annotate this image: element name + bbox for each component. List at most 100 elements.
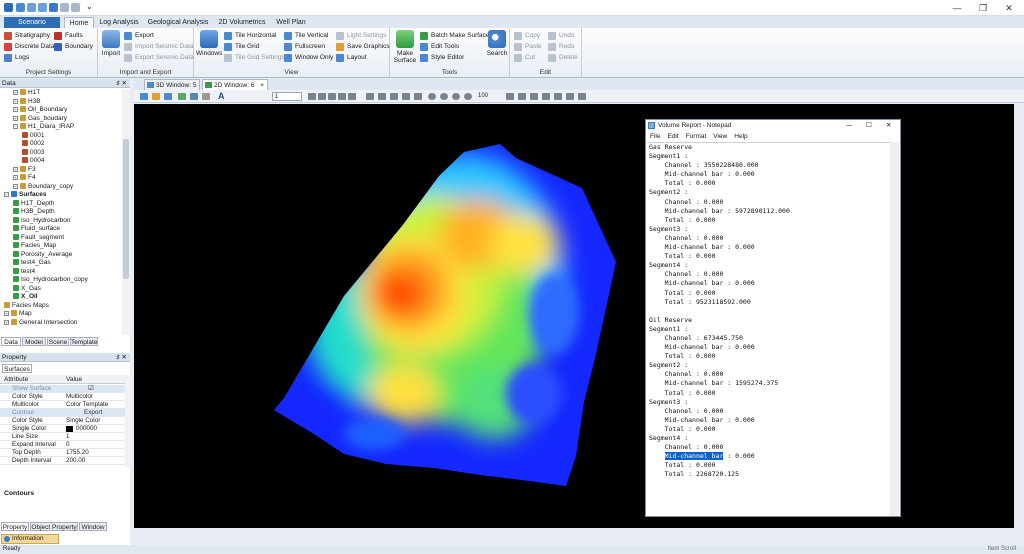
tree-item[interactable]: Facies Maps [4, 301, 49, 310]
tree-item[interactable]: + General Intersection [4, 318, 78, 327]
import-seismic-button[interactable]: Import Seismic Data [124, 42, 194, 52]
tile-horizontal-button[interactable]: Tile Horizontal [224, 31, 276, 41]
play-back-icon[interactable] [428, 93, 436, 100]
property-value[interactable]: Multicolor [66, 393, 93, 401]
tree-item[interactable]: + Map [4, 310, 32, 318]
tree-item[interactable]: + H1T [13, 89, 40, 97]
stratigraphy-button[interactable]: Stratigraphy [4, 31, 50, 41]
open-icon[interactable] [60, 3, 69, 12]
notepad-text-area[interactable]: Gas Reserve Segment1 : Channel : 35502284… [647, 142, 890, 516]
expand-toggle-icon[interactable]: + [13, 98, 18, 104]
expand-toggle-icon[interactable]: − [13, 124, 18, 129]
windows-button[interactable]: Windows [196, 30, 222, 57]
tree-item[interactable]: + H3B [13, 97, 41, 106]
fullscreen-button[interactable]: Fullscreen [284, 42, 325, 52]
tab-surfaces[interactable]: Surfaces [2, 364, 32, 373]
close-button[interactable]: ✕ [998, 0, 1020, 16]
redo-button[interactable]: Redo [548, 42, 575, 52]
zoom-fit-icon[interactable] [328, 93, 336, 100]
edit-tools-button[interactable]: Edit Tools [420, 42, 459, 52]
measure-icon[interactable] [366, 93, 374, 100]
select-tool-icon[interactable] [140, 93, 148, 100]
zoom-in-icon[interactable] [308, 93, 316, 100]
property-row[interactable]: Depth Interval 200.00 [0, 457, 125, 465]
tree-item[interactable]: H1T_Depth [13, 199, 54, 208]
tree-item[interactable]: + Oil_Boundary [13, 106, 67, 114]
boundary-button[interactable]: Boundary [54, 42, 93, 52]
flip-icon[interactable] [566, 93, 574, 100]
tab-geological-analysis[interactable]: Geological Analysis [146, 17, 210, 28]
redo-icon[interactable] [38, 3, 47, 12]
tab-data[interactable]: Data [1, 337, 21, 346]
property-row[interactable]: Expand Interval 0 [0, 441, 125, 449]
discrete-data-button[interactable]: Discrete Data [4, 42, 54, 52]
tree-item[interactable]: 0004 [22, 157, 44, 165]
property-value[interactable]: 000000 [76, 425, 97, 433]
tree-item[interactable]: 0002 [22, 140, 44, 148]
maximize-button[interactable]: ❐ [972, 0, 994, 16]
property-value[interactable]: 1 [66, 433, 70, 441]
lasso-icon[interactable] [518, 93, 526, 100]
menu-edit[interactable]: Edit [667, 133, 678, 140]
menu-file[interactable]: File [650, 133, 660, 140]
property-value[interactable]: Single Color [66, 417, 100, 425]
ruler-icon[interactable] [378, 93, 386, 100]
expand-toggle-icon[interactable]: + [13, 183, 18, 189]
minimize-button[interactable]: — [946, 0, 968, 16]
marker-icon[interactable] [414, 93, 422, 100]
notepad-window[interactable]: Volume Report - Notepad — ☐ ✕ File Edit Fo… [645, 119, 901, 517]
erase-icon[interactable] [542, 93, 550, 100]
pattern-tool-icon[interactable] [202, 93, 210, 100]
style-editor-button[interactable]: Style Editor [420, 53, 464, 63]
tree-item[interactable]: test4 [13, 267, 35, 276]
tab-window[interactable]: Window [79, 522, 107, 531]
zoom-out-icon[interactable] [318, 93, 326, 100]
tree-item[interactable]: X_Gas [13, 284, 41, 293]
light-settings-button[interactable]: Light Settings [336, 31, 386, 41]
make-surface-button[interactable]: Make Surface [392, 30, 418, 64]
font-tool-icon[interactable]: A [218, 91, 225, 101]
tree-item[interactable]: 0001 [22, 131, 44, 140]
notepad-scrollbar[interactable] [890, 142, 899, 516]
polygon-icon[interactable] [530, 93, 538, 100]
property-row[interactable]: Contour Export [0, 409, 125, 417]
tree-item[interactable]: X_Oil [13, 293, 38, 301]
expand-toggle-icon[interactable]: − [4, 192, 9, 197]
tab-scene[interactable]: Scene [47, 337, 69, 346]
contour-icon[interactable] [402, 93, 410, 100]
property-value[interactable]: 1755.20 [66, 449, 89, 457]
import-button[interactable]: Import [98, 30, 124, 57]
tree-item[interactable]: H3B_Depth [13, 208, 55, 216]
notepad-maximize-button[interactable]: ☐ [866, 120, 872, 131]
expand-toggle-icon[interactable]: + [13, 107, 18, 112]
tile-vertical-button[interactable]: Tile Vertical [284, 31, 328, 41]
tab-property[interactable]: Property [1, 522, 29, 531]
tab-log-analysis[interactable]: Log Analysis [98, 17, 140, 28]
notepad-titlebar[interactable]: Volume Report - Notepad — ☐ ✕ [646, 120, 902, 131]
tree-item[interactable]: + Boundary_copy [13, 182, 73, 191]
tree-item[interactable]: + Gas_boudary [13, 114, 67, 123]
border-tool-icon[interactable] [190, 93, 198, 100]
grid-tool-icon[interactable] [164, 93, 172, 100]
fill-tool-icon[interactable] [152, 93, 160, 100]
mirror-icon[interactable] [554, 93, 562, 100]
tree-item[interactable]: test4_Gas [13, 259, 51, 267]
tab-scenario[interactable]: Scenario [4, 17, 60, 28]
rotate-icon[interactable] [348, 93, 356, 100]
save-icon[interactable] [49, 3, 58, 12]
tree-item[interactable]: Iso_Hydrocarbon_copy [13, 276, 88, 284]
property-value[interactable]: 0 [66, 441, 70, 449]
menu-format[interactable]: Format [686, 133, 707, 140]
selected-text[interactable]: Mid-channel bar [664, 452, 724, 461]
property-row[interactable]: Color Style Single Color [0, 417, 125, 425]
export-view-icon[interactable] [578, 93, 586, 100]
line-color-icon[interactable] [178, 93, 186, 100]
expand-toggle-icon[interactable]: + [13, 175, 18, 180]
tree-item[interactable]: Facies_Map [13, 242, 56, 250]
quick-access-menu-icon[interactable]: ⌄ [86, 2, 93, 11]
tree-item[interactable]: Fault_segment [13, 233, 64, 242]
print-icon[interactable] [71, 3, 80, 12]
expand-toggle-icon[interactable]: + [4, 311, 9, 316]
panel-pin-close-icon[interactable]: ♯ ✕ [116, 79, 127, 88]
tree-item[interactable]: + F3 [13, 165, 36, 174]
